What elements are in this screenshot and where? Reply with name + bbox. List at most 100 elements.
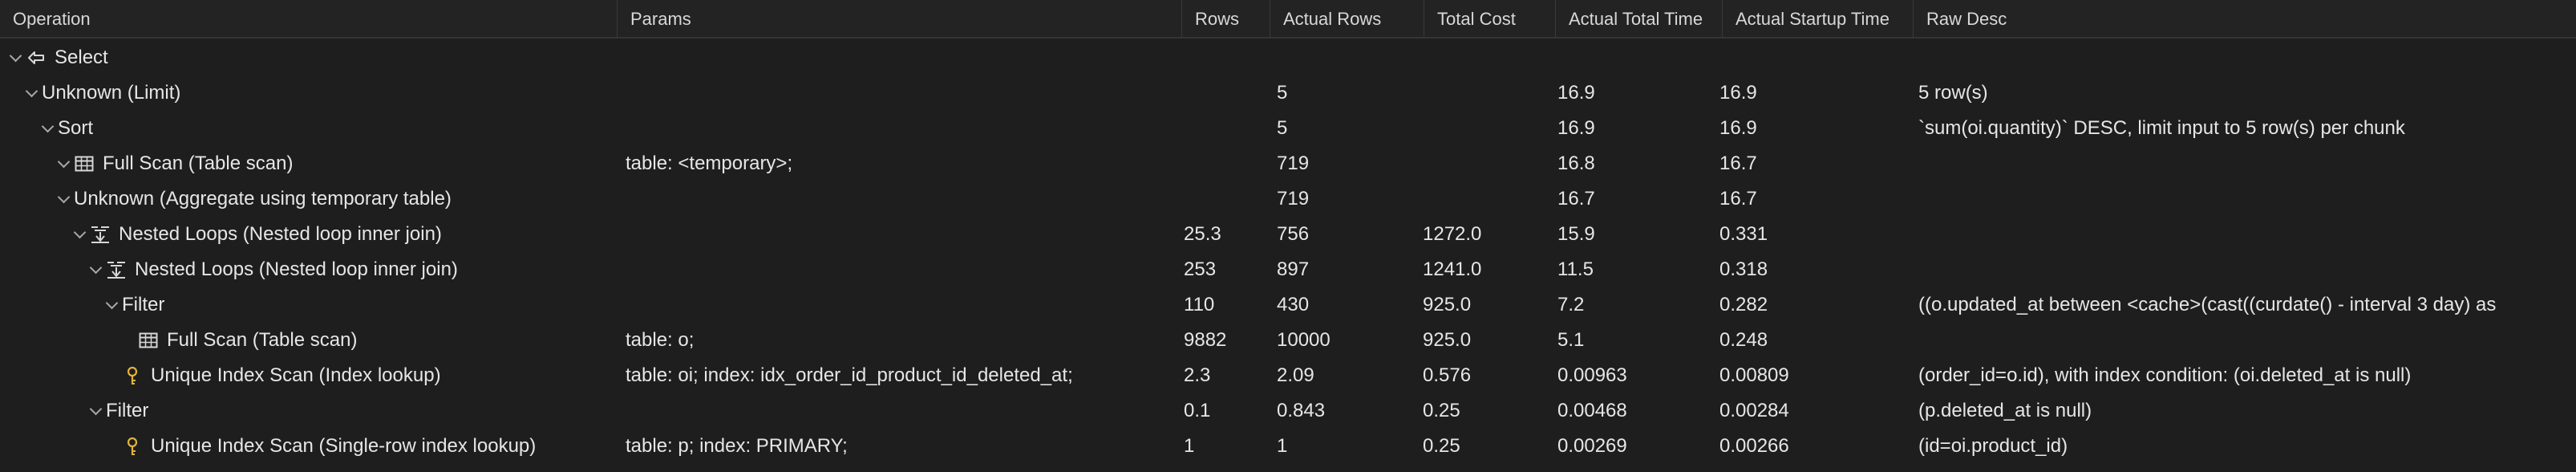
actual-rows-cell: 1 bbox=[1277, 435, 1288, 457]
total-cost-cell bbox=[1423, 146, 1554, 181]
key-icon bbox=[122, 436, 143, 457]
actual-rows-cell: 10000 bbox=[1277, 329, 1331, 351]
plan-row[interactable]: Unknown (Aggregate using temporary table… bbox=[0, 181, 2576, 217]
operation-cell: Filter bbox=[88, 393, 618, 429]
raw-desc-cell: (id=oi.product_id) bbox=[1918, 435, 2068, 457]
rows-cell bbox=[1184, 75, 1269, 111]
rows-cell: 110 bbox=[1184, 294, 1215, 315]
operation-label: Nested Loops (Nested loop inner join) bbox=[135, 258, 458, 280]
operation-label: Unique Index Scan (Single-row index look… bbox=[151, 435, 537, 457]
column-header-actual-startup-time[interactable]: Actual Startup Time bbox=[1723, 0, 1914, 37]
column-header-actual-total-time[interactable]: Actual Total Time bbox=[1556, 0, 1723, 37]
plan-row[interactable]: Filter 0.1 0.843 0.25 0.00468 0.00284 (p.delet… bbox=[0, 393, 2576, 429]
rows-cell bbox=[1184, 40, 1269, 75]
plan-row[interactable]: Nested Loops (Nested loop inner join) 25.… bbox=[0, 217, 2576, 252]
actual-total-time-cell bbox=[1557, 40, 1721, 75]
params-cell bbox=[626, 393, 1179, 429]
raw-desc-cell bbox=[1918, 146, 2576, 181]
column-header-actual-rows[interactable]: Actual Rows bbox=[1270, 0, 1424, 37]
raw-desc-cell bbox=[1918, 217, 2576, 252]
chevron-down-icon[interactable] bbox=[88, 252, 106, 287]
nested-loop-icon bbox=[106, 259, 127, 280]
actual-total-time-cell: 16.9 bbox=[1557, 117, 1595, 139]
rows-cell: 1 bbox=[1184, 435, 1195, 457]
plan-row[interactable]: Select bbox=[0, 40, 2576, 75]
operation-cell: Nested Loops (Nested loop inner join) bbox=[88, 252, 618, 287]
chevron-down-icon[interactable] bbox=[40, 111, 58, 146]
explain-plan-grid: Operation Params Rows Actual Rows Total … bbox=[0, 0, 2576, 472]
plan-row[interactable]: Unique Index Scan (Single-row index look… bbox=[0, 429, 2576, 464]
actual-rows-cell: 719 bbox=[1277, 153, 1310, 174]
raw-desc-cell: (order_id=o.id), with index condition: (… bbox=[1918, 364, 2412, 386]
actual-startup-time-cell bbox=[1719, 40, 1912, 75]
operation-cell: Nested Loops (Nested loop inner join) bbox=[72, 217, 618, 252]
actual-rows-cell bbox=[1277, 40, 1423, 75]
operation-cell: Select bbox=[8, 40, 618, 75]
total-cost-cell: 1241.0 bbox=[1423, 258, 1482, 280]
params-cell bbox=[626, 287, 1179, 323]
operation-cell: Full Scan (Table scan) bbox=[120, 323, 618, 358]
plan-row[interactable]: Nested Loops (Nested loop inner join) 253… bbox=[0, 252, 2576, 287]
chevron-down-icon[interactable] bbox=[72, 217, 90, 252]
actual-rows-cell: 430 bbox=[1277, 294, 1310, 315]
plan-row[interactable]: Unique Index Scan (Index lookup) table: o… bbox=[0, 358, 2576, 393]
column-header-rows[interactable]: Rows bbox=[1182, 0, 1270, 37]
plan-row[interactable]: Filter 110 430 925.0 7.2 0.282 ((o.updated_at … bbox=[0, 287, 2576, 323]
chevron-down-icon[interactable] bbox=[88, 393, 106, 429]
plan-row[interactable]: Full Scan (Table scan) table: <temporary>… bbox=[0, 146, 2576, 181]
chevron-down-icon[interactable] bbox=[56, 146, 74, 181]
rows-cell: 0.1 bbox=[1184, 400, 1211, 421]
plan-row[interactable]: Sort 5 16.9 16.9 `sum(oi.quantity)` DESC, li… bbox=[0, 111, 2576, 146]
operation-label: Unknown (Aggregate using temporary table… bbox=[74, 188, 452, 210]
actual-rows-cell: 5 bbox=[1277, 82, 1288, 104]
operation-label: Sort bbox=[58, 117, 94, 139]
actual-rows-cell: 5 bbox=[1277, 117, 1288, 139]
total-cost-cell: 925.0 bbox=[1423, 329, 1472, 351]
operation-cell: Sort bbox=[40, 111, 618, 146]
arrow-left-icon bbox=[26, 47, 47, 68]
actual-total-time-cell: 15.9 bbox=[1557, 223, 1595, 245]
column-header-total-cost[interactable]: Total Cost bbox=[1424, 0, 1556, 37]
raw-desc-cell: ((o.updated_at between <cache>(cast((cur… bbox=[1918, 294, 2497, 315]
params-cell bbox=[626, 217, 1179, 252]
actual-total-time-cell: 16.8 bbox=[1557, 153, 1595, 174]
params-cell bbox=[626, 40, 1179, 75]
params-cell: table: o; bbox=[626, 329, 695, 351]
plan-row[interactable]: Full Scan (Table scan) table: o; 9882 10000… bbox=[0, 323, 2576, 358]
chevron-down-icon[interactable] bbox=[104, 287, 122, 323]
actual-total-time-cell: 11.5 bbox=[1557, 258, 1594, 280]
params-cell bbox=[626, 252, 1179, 287]
raw-desc-cell: (p.deleted_at is null) bbox=[1918, 400, 2092, 421]
chevron-down-icon[interactable] bbox=[24, 75, 42, 111]
actual-startup-time-cell: 0.00809 bbox=[1719, 364, 1789, 386]
operation-label: Select bbox=[55, 47, 108, 68]
params-cell bbox=[626, 111, 1179, 146]
actual-total-time-cell: 16.9 bbox=[1557, 82, 1595, 104]
chevron-down-icon[interactable] bbox=[8, 40, 26, 75]
operation-cell: Unique Index Scan (Single-row index look… bbox=[104, 429, 618, 464]
actual-startup-time-cell: 0.00284 bbox=[1719, 400, 1789, 421]
actual-startup-time-cell: 0.00266 bbox=[1719, 435, 1789, 457]
column-header-operation[interactable]: Operation bbox=[0, 0, 618, 37]
rows-cell bbox=[1184, 146, 1269, 181]
actual-startup-time-cell: 0.248 bbox=[1719, 329, 1768, 351]
rows-cell bbox=[1184, 181, 1269, 217]
operation-label: Unknown (Limit) bbox=[42, 82, 181, 104]
operation-cell: Full Scan (Table scan) bbox=[56, 146, 618, 181]
params-cell bbox=[626, 75, 1179, 111]
raw-desc-cell bbox=[1918, 181, 2576, 217]
plan-row[interactable]: Unknown (Limit) 5 16.9 16.9 5 row(s) bbox=[0, 75, 2576, 111]
raw-desc-cell: 5 row(s) bbox=[1918, 82, 1988, 104]
operation-label: Nested Loops (Nested loop inner join) bbox=[119, 223, 442, 245]
params-cell bbox=[626, 181, 1179, 217]
column-header-params[interactable]: Params bbox=[618, 0, 1182, 37]
params-cell: table: p; index: PRIMARY; bbox=[626, 435, 848, 457]
operation-label: Filter bbox=[106, 400, 149, 421]
table-icon bbox=[74, 153, 95, 174]
actual-rows-cell: 2.09 bbox=[1277, 364, 1314, 386]
params-cell: table: <temporary>; bbox=[626, 153, 793, 174]
total-cost-cell bbox=[1423, 181, 1554, 217]
column-header-raw-desc[interactable]: Raw Desc bbox=[1914, 0, 2576, 37]
chevron-down-icon[interactable] bbox=[56, 181, 74, 217]
operation-cell: Unique Index Scan (Index lookup) bbox=[104, 358, 618, 393]
